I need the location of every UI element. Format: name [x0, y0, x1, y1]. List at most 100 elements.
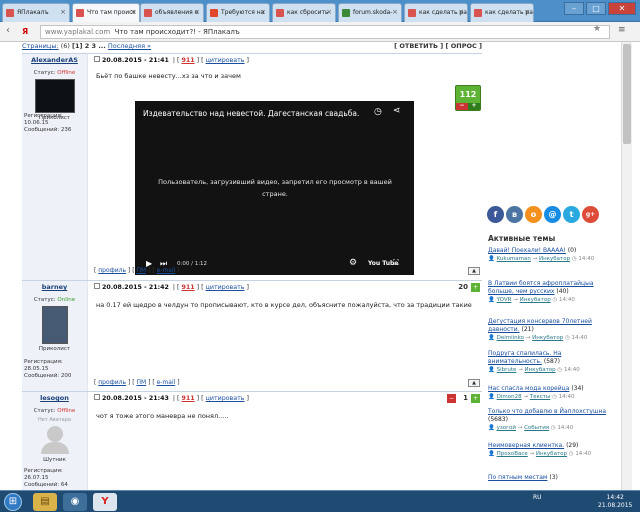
user-icon: 👤 [488, 367, 495, 373]
rating-plus-button[interactable]: + [471, 283, 480, 292]
vk-icon[interactable]: в [506, 206, 523, 223]
yandex-browser-icon[interactable]: Y [93, 493, 117, 511]
tab-5[interactable]: forum.skoda- × [338, 3, 402, 22]
topic-link[interactable]: Нас спасла мода корейца [488, 385, 569, 392]
yandex-logo-icon[interactable]: Я [22, 27, 28, 36]
quote-link[interactable]: цитировать [206, 57, 245, 64]
url-field[interactable]: www.yaplakal.com Что там происходит?! - … [40, 25, 610, 39]
video-title[interactable]: Издевательство над невестой. Дагестанска… [143, 109, 359, 118]
tab-2[interactable]: объявления о × [140, 3, 204, 22]
googleplus-icon[interactable]: g+ [582, 206, 599, 223]
topic-section[interactable]: Инкубатор [532, 335, 563, 341]
minimize-button[interactable]: – [564, 2, 584, 15]
menu-icon[interactable]: ≡ [618, 25, 626, 35]
topic-section[interactable]: События [524, 425, 549, 431]
pages-label[interactable]: Страницы: [22, 42, 59, 50]
settings-gear-icon[interactable]: ⚙ [349, 258, 357, 268]
bookmark-star-icon[interactable]: ★ [593, 24, 601, 34]
explorer-icon[interactable]: ▤ [33, 493, 57, 511]
topic-user[interactable]: YOVR [497, 297, 512, 303]
start-button[interactable]: ⊞ [4, 493, 22, 511]
profile-link[interactable]: профиль [98, 379, 126, 386]
topic-user[interactable]: Deimiinko [497, 335, 524, 341]
close-window-button[interactable]: ✕ [608, 2, 636, 15]
topic-user[interactable]: Kukumaman [497, 256, 531, 262]
pm-link[interactable]: ПМ [136, 379, 146, 386]
close-tab-icon[interactable]: × [130, 8, 136, 16]
back-icon[interactable]: ‹ [6, 25, 10, 36]
share-icon[interactable]: ⋖ [393, 106, 401, 116]
scrollbar-thumb[interactable] [623, 44, 631, 144]
profile-link[interactable]: профиль [98, 267, 126, 274]
username-link[interactable]: AlexanderAS [22, 56, 87, 64]
topic-link[interactable]: Неимоверная клиентка. [488, 442, 564, 449]
username-link[interactable]: barney [22, 283, 87, 291]
close-tab-icon[interactable]: × [524, 8, 530, 16]
topic-link[interactable]: Дегустация консервов 70летней давности. [488, 318, 592, 333]
page-scrollbar[interactable] [621, 42, 632, 490]
tab-1[interactable]: Что там происх × [72, 3, 140, 22]
scroll-up-icon[interactable]: ▲ [468, 379, 480, 387]
facebook-icon[interactable]: f [487, 206, 504, 223]
chrome-icon[interactable]: ◉ [63, 493, 87, 511]
last-page-link[interactable]: Последняя » [108, 42, 151, 50]
mailru-icon[interactable]: @ [544, 206, 561, 223]
email-link[interactable]: e-mail [157, 379, 176, 386]
topic-user[interactable]: ПрохоВасе [497, 451, 528, 457]
post-number[interactable]: 911 [181, 395, 194, 402]
youtube-player[interactable]: Издевательство над невестой. Дагестанска… [135, 101, 414, 275]
rating-minus-button[interactable]: − [456, 103, 468, 110]
close-tab-icon[interactable]: × [60, 8, 66, 16]
pages-count: (6) [60, 42, 70, 50]
topic-link[interactable]: Давай! Поехали! ВАААА! [488, 247, 566, 254]
topic-user[interactable]: узогой [497, 425, 516, 431]
close-tab-icon[interactable]: × [194, 8, 200, 16]
tab-4[interactable]: как сбросить × [272, 3, 336, 22]
tab-7[interactable]: как сделать ра × [470, 3, 534, 22]
topic-section[interactable]: Инкубатор [525, 367, 556, 373]
quote-link[interactable]: цитировать [206, 395, 245, 402]
close-tab-icon[interactable]: × [260, 8, 266, 16]
email-link[interactable]: e-mail [157, 267, 176, 274]
topic-section[interactable]: Инкубатор [520, 297, 551, 303]
topic-link[interactable]: Только что добавлю в Йаплохстушна [488, 408, 606, 415]
topic-link[interactable]: По пятным местам [488, 474, 547, 481]
quote-link[interactable]: цитировать [206, 284, 245, 291]
odnoklassniki-icon[interactable]: о [525, 206, 542, 223]
language-indicator[interactable]: RU [533, 494, 542, 501]
scroll-up-icon[interactable]: ▲ [468, 267, 480, 275]
post-number[interactable]: 911 [181, 57, 194, 64]
topic-user[interactable]: Dimon28 [497, 394, 522, 400]
topic-section[interactable]: Инкубатор [536, 451, 567, 457]
post-checkbox-icon[interactable] [94, 394, 100, 400]
close-tab-icon[interactable]: × [326, 8, 332, 16]
post-checkbox-icon[interactable] [94, 283, 100, 289]
close-tab-icon[interactable]: × [458, 8, 464, 16]
tab-0[interactable]: ЯПлакалъ × [2, 3, 70, 22]
system-clock[interactable]: 14:42 21.08.2015 [598, 494, 632, 510]
topic-user[interactable]: Sibrute [497, 367, 517, 373]
rating-minus-button[interactable]: − [447, 394, 456, 403]
tab-6[interactable]: как сделать ра × [404, 3, 468, 22]
pages-list[interactable]: [1] 2 3 ... [72, 42, 106, 50]
fullscreen-icon[interactable]: ⛶ [393, 258, 399, 268]
topic-section[interactable]: Инкубатор [539, 256, 570, 262]
post-checkbox-icon[interactable] [94, 56, 100, 62]
reply-button[interactable]: [ ОТВЕТИТЬ ] [394, 42, 443, 50]
poll-button[interactable]: [ ОПРОС ] [446, 42, 483, 50]
rating-plus-button[interactable]: + [471, 394, 480, 403]
close-tab-icon[interactable]: × [392, 8, 398, 16]
watch-later-icon[interactable]: ◷ [374, 107, 382, 117]
msgs-count: 64 [60, 482, 68, 488]
post-rating-box: 112 − + [455, 85, 481, 111]
reg-label: Регистрация: [24, 113, 63, 119]
rating-plus-button[interactable]: + [468, 103, 480, 110]
tab-3[interactable]: Требуются на × [206, 3, 270, 22]
username-link[interactable]: lesogon [22, 394, 87, 402]
topic-section[interactable]: Тексты [530, 394, 551, 400]
topic-link[interactable]: В Латвии боятся афроплатайцыа больше, че… [488, 280, 594, 295]
maximize-button[interactable]: □ [586, 2, 606, 15]
pm-link[interactable]: ПМ [136, 267, 146, 274]
post-number[interactable]: 911 [181, 284, 194, 291]
twitter-icon[interactable]: t [563, 206, 580, 223]
